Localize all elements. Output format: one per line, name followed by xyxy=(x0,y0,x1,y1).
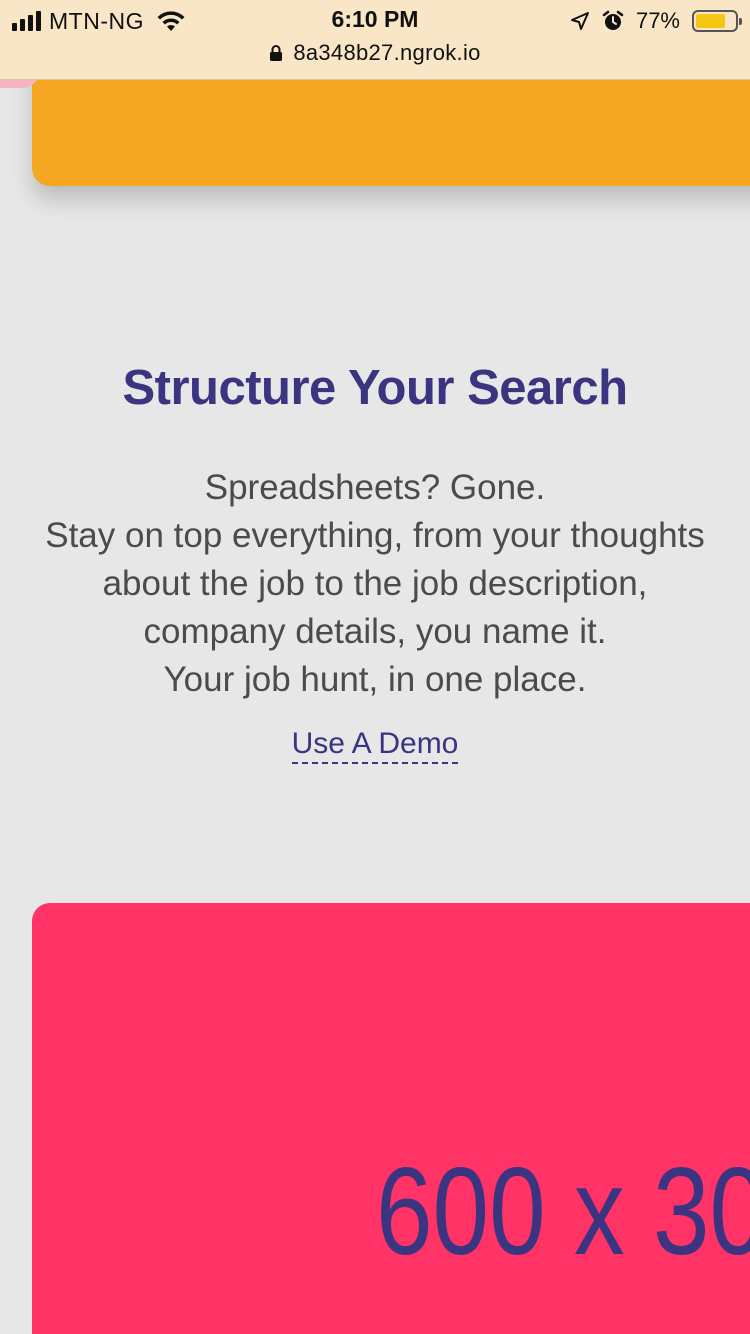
description-line: Your job hunt, in one place. xyxy=(163,660,587,699)
feature-section: Structure Your Search Spreadsheets? Gone… xyxy=(0,360,750,764)
lock-icon xyxy=(270,45,283,61)
battery-icon xyxy=(692,10,742,32)
description-line: Spreadsheets? Gone. xyxy=(204,468,546,507)
status-right: 77% xyxy=(570,6,742,36)
url-bar[interactable]: 8a348b27.ngrok.io xyxy=(0,40,750,66)
use-demo-link[interactable]: Use A Demo xyxy=(291,726,459,764)
battery-tip xyxy=(739,18,742,25)
browser-header: MTN-NG 6:10 PM 77% 8a348b27.ngrok.io xyxy=(0,0,750,80)
battery-level xyxy=(696,14,726,28)
image-placeholder: 600 x 300 xyxy=(32,903,750,1334)
alarm-icon xyxy=(602,10,624,30)
description-line: Stay on top everything, from your though… xyxy=(45,516,705,651)
section-title: Structure Your Search xyxy=(122,361,628,415)
section-description: Spreadsheets? Gone. Stay on top everythi… xyxy=(0,464,750,704)
placeholder-dimensions-text: 600 x 300 xyxy=(376,1143,750,1281)
url-text[interactable]: 8a348b27.ngrok.io xyxy=(293,40,480,66)
location-icon xyxy=(570,12,589,30)
screen: MTN-NG 6:10 PM 77% 8a348b27.ngrok.io Str… xyxy=(0,0,750,1334)
battery-percent: 77% xyxy=(635,8,680,33)
